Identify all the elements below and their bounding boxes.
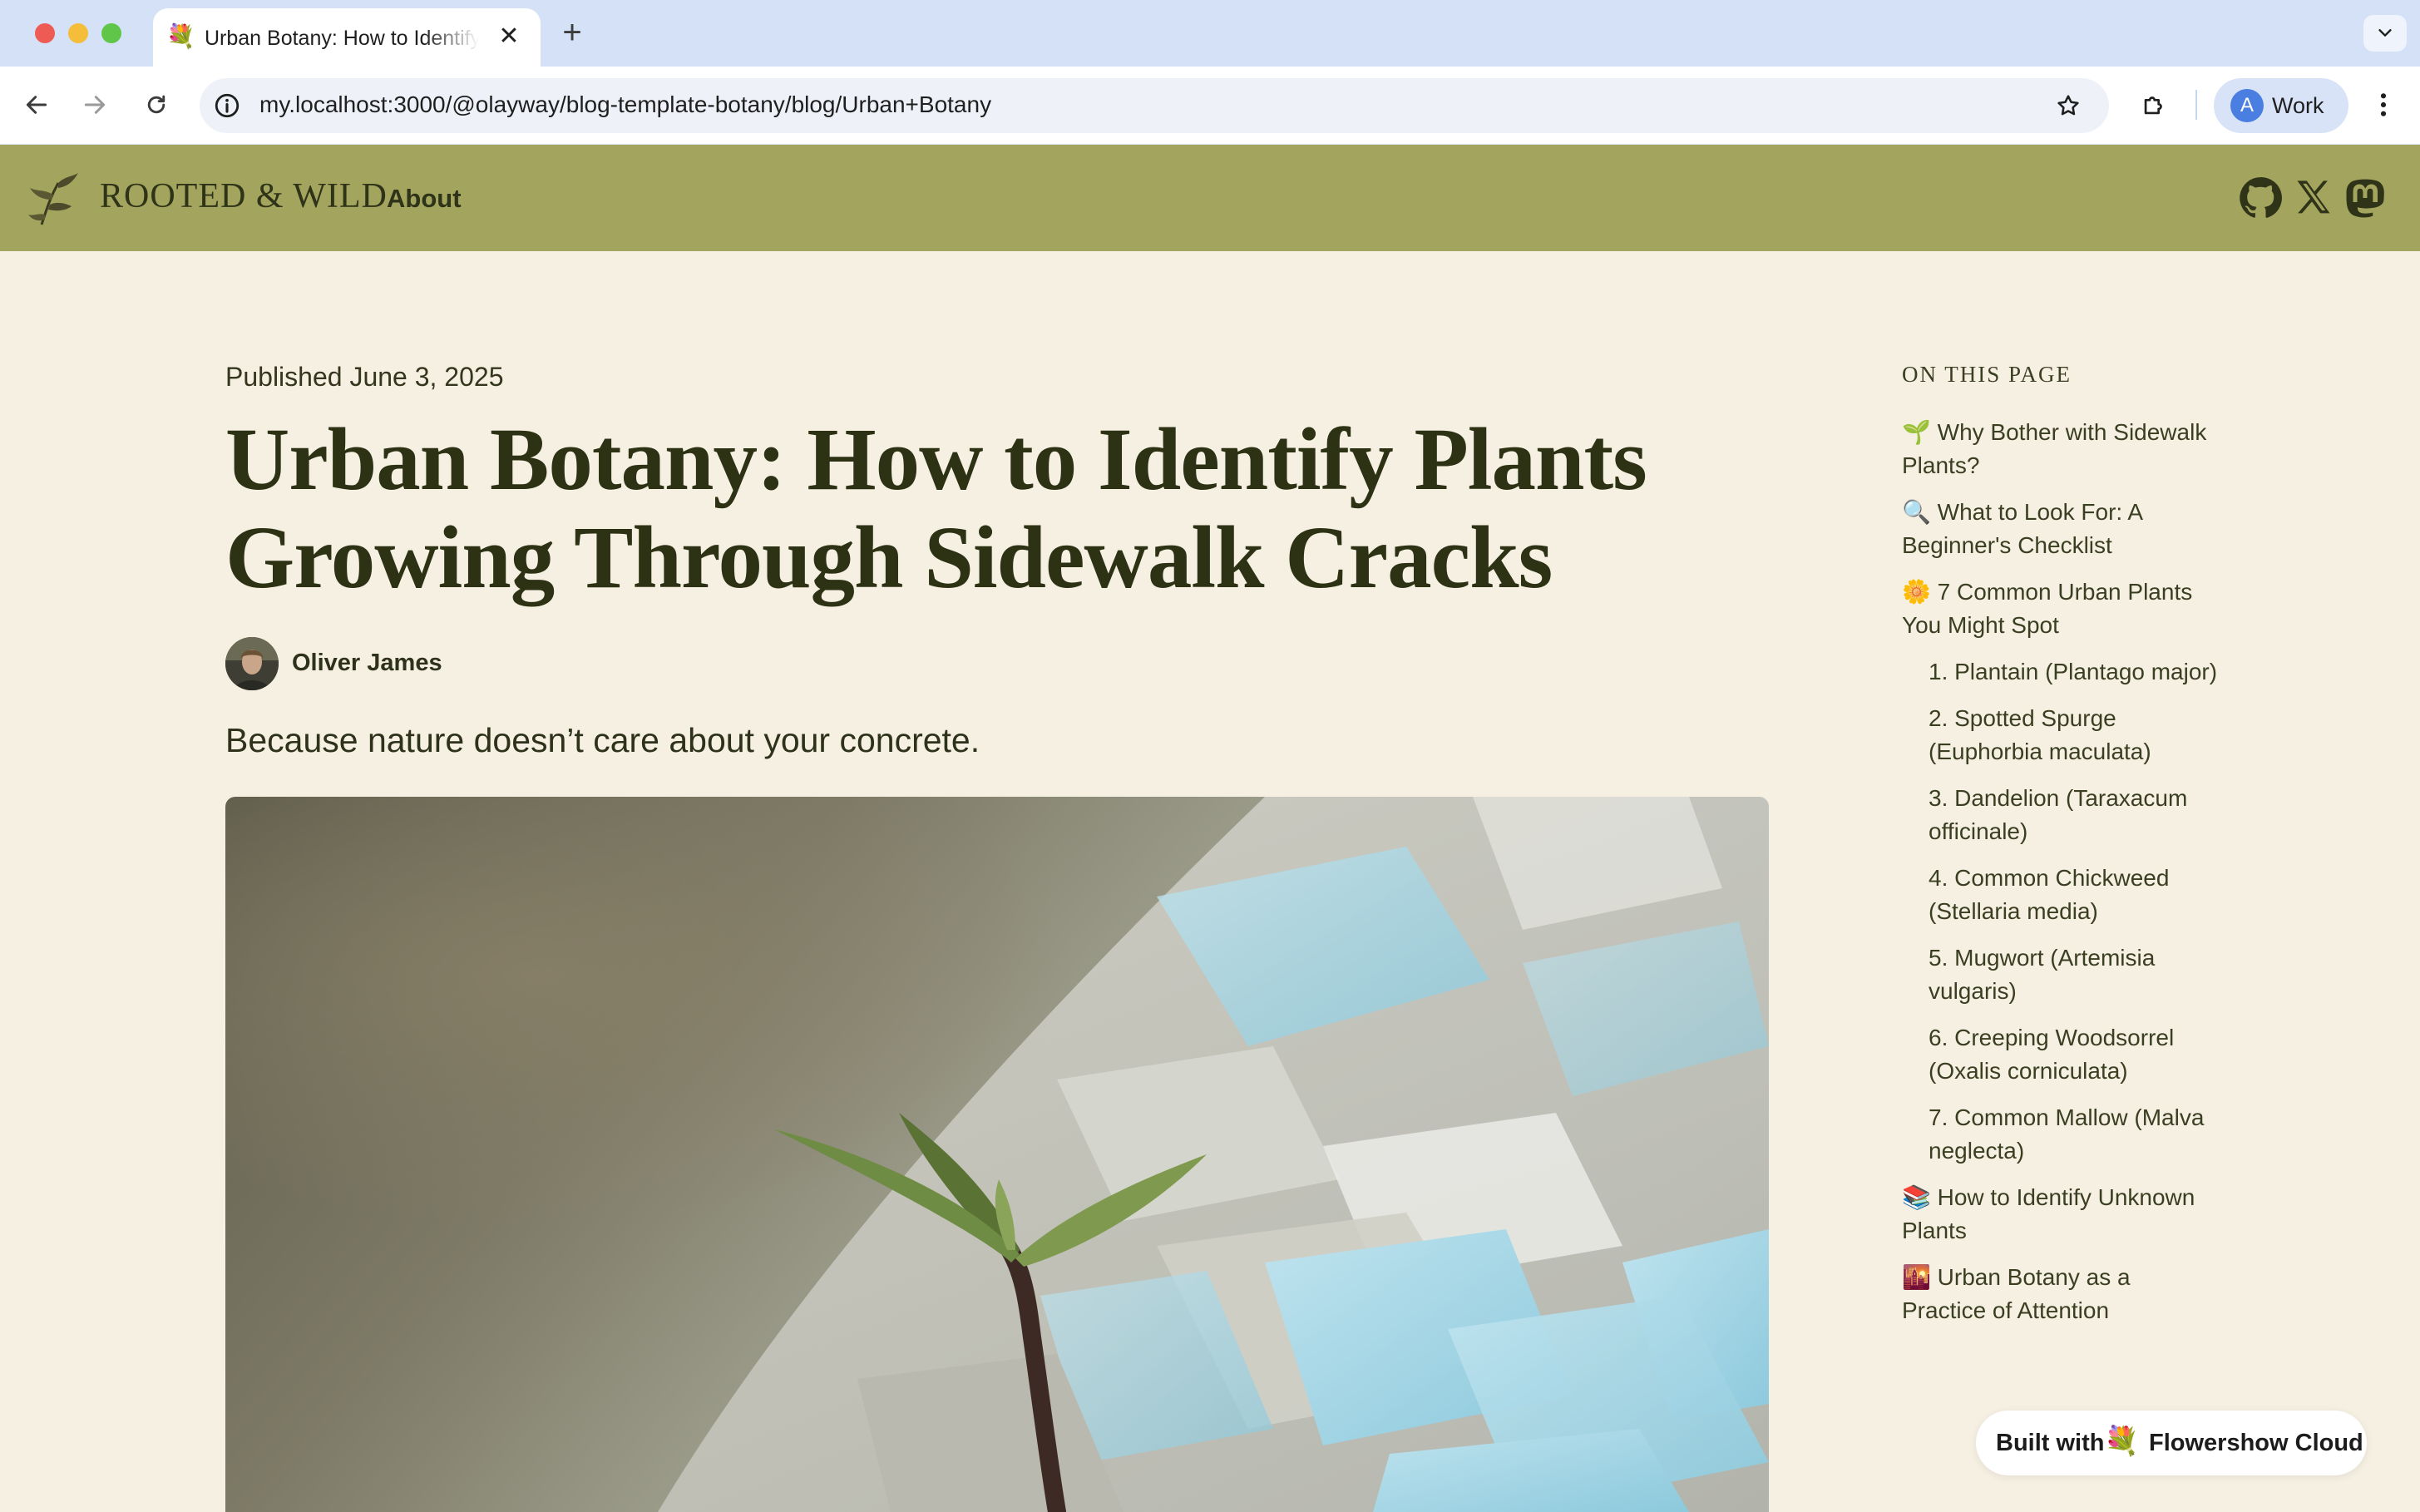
published-date: Published June 3, 2025 [225,362,504,392]
toolbar-divider [2195,90,2197,120]
puzzle-icon [2144,96,2162,115]
chevron-down-icon [2378,29,2392,37]
tab-search-button[interactable] [2363,15,2407,52]
browser-tab-active[interactable]: 💐 Urban Botany: How to Identify Plants G… [153,8,541,67]
extensions-button[interactable] [2134,85,2174,125]
bookmark-button[interactable] [2049,86,2087,125]
author-name[interactable]: Oliver James [292,647,442,679]
table-of-contents: 🌱 Why Bother with Sidewalk Plants? 🔍 Wha… [1902,416,2218,1341]
new-tab-button[interactable]: + [554,15,590,52]
back-button[interactable] [17,85,57,125]
toc-subitem[interactable]: 5. Mugwort (Artemisia vulgaris) [1902,941,2218,1008]
toc-item[interactable]: 🌇 Urban Botany as a Practice of Attentio… [1902,1261,2218,1327]
toc-item[interactable]: 📚 How to Identify Unknown Plants [1902,1181,2218,1248]
arrow-left-icon [26,96,47,114]
badge-brand-text: Flowershow Cloud [2149,1430,2363,1456]
profile-label: Work [2272,93,2324,118]
nav-about-link[interactable]: About [387,183,462,215]
reload-icon [147,95,165,114]
toc-item[interactable]: 🌼 7 Common Urban Plants You Might Spot [1902,576,2218,642]
more-vert-icon [2380,93,2387,116]
toc-subitem[interactable]: 3. Dandelion (Taraxacum officinale) [1902,782,2218,848]
article-subtitle: Because nature doesn’t care about your c… [225,721,980,759]
minimize-window-button[interactable] [68,23,88,43]
logo-plant-icon[interactable] [25,168,83,228]
toc-heading: ON THIS PAGE [1902,362,2072,387]
toc-item[interactable]: 🌱 Why Bother with Sidewalk Plants? [1902,416,2218,482]
reload-button[interactable] [136,85,176,125]
x-icon[interactable] [2292,176,2335,220]
article-title: Urban Botany: How to Identify Plants Gro… [225,411,1647,607]
tab-title: Urban Botany: How to Identify Plants Gro… [205,27,479,50]
zoom-window-button[interactable] [101,23,121,43]
hero-image [225,797,1769,1512]
close-window-button[interactable] [35,23,55,43]
forward-button[interactable] [75,85,115,125]
star-icon [2057,95,2079,116]
toc-subitem[interactable]: 1. Plantain (Plantago major) [1902,655,2218,689]
toc-subitem[interactable]: 4. Common Chickweed (Stellaria media) [1902,862,2218,928]
author-photo [225,637,279,690]
browser-menu-button[interactable] [2367,85,2400,125]
author-avatar[interactable] [225,637,279,690]
toc-subitem[interactable]: 7. Common Mallow (Malva neglecta) [1902,1101,2218,1168]
profile-avatar: A [2230,89,2264,122]
toc-subitem[interactable]: 6. Creeping Woodsorrel (Oxalis cornicula… [1902,1021,2218,1088]
toc-subitem[interactable]: 2. Spotted Spurge (Euphorbia maculata) [1902,702,2218,768]
github-icon[interactable] [2239,176,2282,220]
mastodon-icon[interactable] [2345,176,2388,220]
badge-built-with-text: Built with [1996,1430,2105,1456]
flowershow-logo-icon: 💐 [2104,1426,2140,1457]
tab-favicon-icon: 💐 [166,23,195,49]
site-info-icon[interactable] [213,91,241,120]
arrow-right-icon [84,96,106,114]
tab-close-icon[interactable]: ✕ [492,20,526,53]
site-logo-text[interactable]: ROOTED & WILD [100,175,388,218]
url-text[interactable]: my.localhost:3000/@olayway/blog-template… [259,90,991,120]
toc-item[interactable]: 🔍 What to Look For: A Beginner's Checkli… [1902,496,2218,562]
